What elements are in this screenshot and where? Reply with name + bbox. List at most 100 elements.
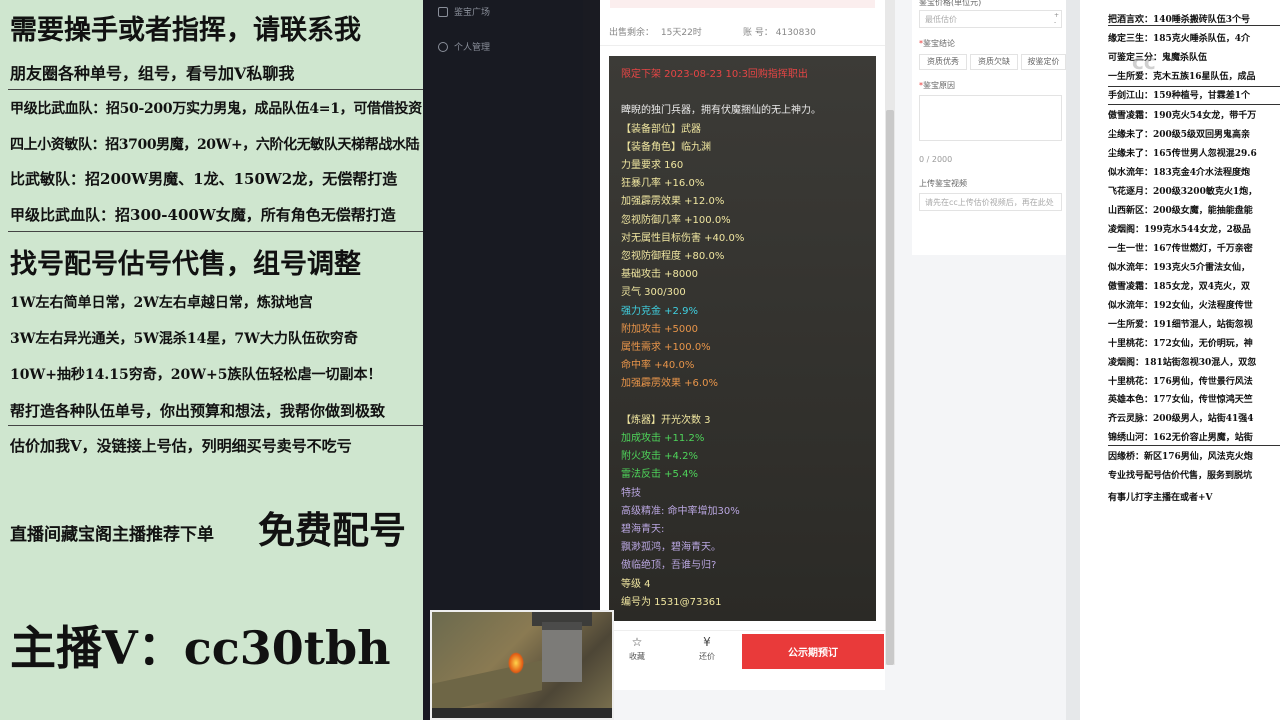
reason-textarea[interactable] xyxy=(919,95,1062,141)
promo-line: 直播间藏宝阁主播推荐下单 xyxy=(10,525,214,545)
game-effect xyxy=(508,652,524,674)
tab-quality-lacking[interactable]: 资质欠缺 xyxy=(970,54,1018,70)
note-line: 因缘桥：新区176男仙，风法克火炮 xyxy=(1108,452,1253,462)
item-stat-line: 强力克金 +2.9% xyxy=(621,305,698,317)
divider xyxy=(8,425,423,426)
note-line: 齐云灵脉：200级男人，站街41强4 xyxy=(1108,414,1254,424)
item-stat-line: 加强霹雳效果 +6.0% xyxy=(621,378,718,390)
item-stat-line: 碧海青天: xyxy=(621,524,665,535)
item-stat-line: 傲临绝顶，吾谁与归? xyxy=(621,560,717,572)
note-line: 手剑江山：159种植号，甘霖差1个 xyxy=(1108,91,1251,101)
item-stat-line: 属性需求 +100.0% xyxy=(621,342,711,353)
item-stat-line: 限定下架 2023-08-23 10:3回购指挥职出 xyxy=(621,69,808,80)
promo-line: 比武敏队：招200W男魔、1龙、150W2龙，无偿帮打造 xyxy=(10,170,398,188)
divider xyxy=(8,231,423,232)
scrollbar[interactable] xyxy=(885,0,895,665)
note-line: 缘定三生：185克火睡杀队伍，4介 xyxy=(1108,34,1251,44)
account-number: 账 号： 4130830 xyxy=(743,28,816,38)
tab-quality-good[interactable]: 资质优秀 xyxy=(919,54,967,70)
appraisal-form: 鉴宝价格(单位元) 最低估价 + - *鉴宝结论 资质优秀 资质欠缺 按鉴定价 *… xyxy=(912,0,1066,255)
promo-panel: 需要操手或者指挥，请联系我 朋友圈各种单号，组号，看号加V私聊我 甲级比武血队：… xyxy=(0,0,423,720)
price-label: 鉴宝价格(单位元) xyxy=(919,0,982,7)
item-stat-line: 睥睨的独门兵器，拥有伏魔捆仙的无上神力。 xyxy=(621,105,821,117)
promo-line: 四上小资敏队：招3700男魔，20W+，六阶化无敏队天梯帮战水陆4等1 xyxy=(10,137,420,153)
square-icon xyxy=(438,6,448,17)
note-line: 傲雪凌霜：190克火54女龙，带千万 xyxy=(1108,111,1257,121)
note-line: 一生一世：167传世燃灯，千万亲密 xyxy=(1108,244,1253,254)
note-line: 飞花逐月：200级3200敏克火1炮， xyxy=(1108,187,1258,197)
divider xyxy=(600,45,885,46)
note-line: 山西新区：200级女魔，能抽能盘能 xyxy=(1108,206,1253,216)
item-stat-line: 对无属性目标伤害 +40.0% xyxy=(621,232,745,244)
item-stat-line: 【炼器】开光次数 3 xyxy=(621,414,711,426)
nav-item-appraisal-square[interactable]: 鉴宝广场 xyxy=(438,5,490,18)
note-line: 英雄本色：177女仙，传世惊鸿天竺 xyxy=(1108,395,1253,405)
promo-headline: 需要操手或者指挥，请联系我 xyxy=(10,15,361,46)
star-icon: ☆ xyxy=(631,635,643,649)
item-description: 限定下架 2023-08-23 10:3回购指挥职出睥睨的独门兵器，拥有伏魔捆仙… xyxy=(609,56,876,621)
item-stat-line: 等级 4 xyxy=(621,578,651,590)
item-stat-line: 高级精准: 命中率增加30% xyxy=(621,505,740,517)
item-stat-line: 雷法反击 +5.4% xyxy=(621,469,698,481)
divider xyxy=(1108,25,1280,26)
note-line: 锦绣山河：162无价容止男魔，站街 xyxy=(1108,433,1253,443)
item-stat-line: 力量要求 160 xyxy=(621,160,684,171)
promo-line: 1W左右简单日常，2W左右卓越日常，炼狱地宫 xyxy=(10,295,313,311)
video-label: 上传鉴宝视频 xyxy=(919,179,967,188)
item-stat-line: 忽视防御程度 +80.0% xyxy=(621,251,725,262)
game-status-bar xyxy=(432,708,612,718)
note-line: 有事儿打字主播在或者+V xyxy=(1108,493,1213,503)
stepper-icon[interactable]: + - xyxy=(1054,12,1059,26)
promo-headline: 找号配号估号代售，组号调整 xyxy=(10,249,361,280)
time-left: 出售剩余： 15天22时 xyxy=(609,28,702,38)
note-line: 尘缘未了：200级5级双回男鬼高亲 xyxy=(1108,130,1251,140)
item-stat-line: 【装备部位】武器 xyxy=(621,123,701,135)
note-line: 傲雪凌霜：185女龙，双4克火，双 xyxy=(1108,282,1251,292)
watermark-logo: cc xyxy=(1132,50,1156,74)
promo-highlight: 免费配号 xyxy=(258,508,406,552)
item-stat-line: 【装备角色】临九渊 xyxy=(621,141,711,153)
item-stat-line: 忽视防御几率 +100.0% xyxy=(621,214,731,226)
item-stat-line: 特技 xyxy=(621,487,641,499)
note-line: 一生所爱：191细节混人，站街忽视 xyxy=(1108,320,1253,330)
price-input[interactable]: 最低估价 + - xyxy=(919,10,1062,28)
spacer xyxy=(1066,0,1080,720)
promo-line: 甲级比武血队：招300-400W女魔，所有角色无偿帮打造 xyxy=(10,206,396,224)
game-scenery xyxy=(432,660,542,714)
promo-line: 帮打造各种队伍单号，你出预算和想法，我帮你做到极致 xyxy=(10,402,386,420)
char-counter: 0 / 2000 xyxy=(919,155,953,164)
item-stat-line: 附火攻击 +4.2% xyxy=(621,451,698,463)
promo-line: 10W+抽秒14.15穷奇，20W+5族队伍轻松虐一切副本！ xyxy=(10,367,382,383)
note-line: 似水流年：183克金4介水法程度炮 xyxy=(1108,168,1251,178)
user-icon xyxy=(438,41,448,52)
game-scenery xyxy=(542,622,582,682)
item-stat-line: 加强霹雳效果 +12.0% xyxy=(621,196,725,208)
divider xyxy=(8,89,423,90)
nav-item-personal[interactable]: 个人管理 xyxy=(438,40,490,53)
note-line: 可鉴定三分：鬼魔杀队伍 xyxy=(1108,53,1208,63)
item-stat-line: 编号为 1531@73361 xyxy=(621,596,722,608)
item-stat-line: 狂暴几率 +16.0% xyxy=(621,178,705,190)
nav-label: 个人管理 xyxy=(454,43,491,53)
reserve-button[interactable]: 公示期预订 xyxy=(742,634,884,669)
bargain-button[interactable]: ¥ 还价 xyxy=(682,635,732,662)
item-stat-line: 附加攻击 +5000 xyxy=(621,323,699,335)
note-line: 似水流年：192女仙，火法程度传世 xyxy=(1108,301,1253,311)
promo-line: 3W左右异光通关，5W混杀14星，7W大力队伍砍穷奇 xyxy=(10,331,358,347)
game-video-overlay[interactable] xyxy=(430,610,614,720)
scrollbar-thumb[interactable] xyxy=(886,110,894,665)
notice-bar xyxy=(610,0,875,8)
note-line: 一生所爱：克木五族16星队伍，成品 xyxy=(1108,72,1256,82)
nav-label: 鉴宝广场 xyxy=(454,8,491,18)
note-line: 专业找号配号估价代售，服务到脱坑 xyxy=(1108,471,1253,481)
favorite-button[interactable]: ☆ 收藏 xyxy=(612,635,662,662)
item-stat-line: 灵气 300/300 xyxy=(621,287,686,299)
reason-label: *鉴宝原因 xyxy=(919,81,955,90)
tab-appraised-price[interactable]: 按鉴定价 xyxy=(1021,54,1066,70)
note-line: 似水流年：193克火5介雷法女仙， xyxy=(1108,263,1251,273)
action-bar: ☆ 收藏 ¥ 还价 公示期预订 xyxy=(600,630,885,670)
promo-line: 估价加我V，没链接上号估，列明细买号卖号不吃亏 xyxy=(10,437,352,455)
divider xyxy=(1108,445,1280,446)
video-input[interactable]: 请先在cc上传估价视频后，再在此处 xyxy=(919,193,1062,211)
note-line: 十里桃花：172女仙，无价明玩，神 xyxy=(1108,339,1253,349)
